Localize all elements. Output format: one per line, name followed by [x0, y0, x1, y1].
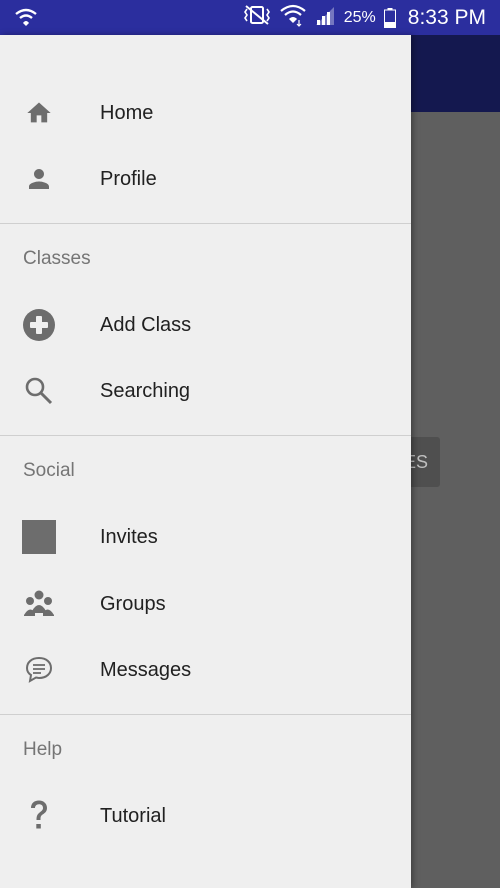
nav-item-label: Add Class: [100, 313, 192, 336]
status-time: 8:33 PM: [407, 5, 486, 29]
add-circle-icon: [22, 308, 56, 342]
vibrate-off-icon: [242, 4, 272, 31]
nav-item-label: Messages: [100, 658, 192, 681]
nav-item-label: Groups: [100, 592, 166, 615]
section-header-classes: Classes: [23, 248, 91, 269]
nav-item-messages[interactable]: Messages: [0, 637, 411, 703]
nav-item-label: Profile: [100, 167, 157, 190]
nav-item-add-class[interactable]: Add Class: [0, 292, 411, 358]
divider: [0, 223, 411, 224]
home-icon: [22, 96, 56, 130]
status-bar: 25% 8:33 PM: [0, 0, 500, 35]
signal-icon: [314, 5, 336, 30]
nav-item-label: Tutorial: [100, 804, 166, 827]
nav-item-label: Home: [100, 101, 154, 124]
wifi-icon: [280, 3, 306, 32]
battery-icon: [383, 7, 396, 28]
nav-item-profile[interactable]: Profile: [0, 146, 411, 212]
nav-item-groups[interactable]: Groups: [0, 571, 411, 637]
person-icon: [22, 162, 56, 196]
section-header-help: Help: [23, 739, 63, 760]
nav-item-label: Searching: [100, 379, 191, 402]
invites-placeholder-icon: [22, 520, 56, 554]
divider: [0, 435, 411, 436]
help-question-icon: [22, 799, 56, 833]
navigation-drawer: Home Profile Classes Add Class Searching…: [0, 35, 411, 888]
group-icon: [22, 587, 56, 621]
chat-bubble-icon: [22, 653, 56, 687]
wifi-calling-icon: [14, 6, 38, 33]
divider: [0, 714, 411, 715]
section-header-social: Social: [23, 460, 75, 481]
nav-item-invites[interactable]: Invites: [0, 504, 411, 570]
nav-item-label: Invites: [100, 525, 158, 548]
search-icon: [22, 374, 56, 408]
nav-item-home[interactable]: Home: [0, 80, 411, 146]
nav-item-tutorial[interactable]: Tutorial: [0, 783, 411, 849]
nav-item-searching[interactable]: Searching: [0, 358, 411, 424]
battery-percentage: 25%: [343, 8, 376, 26]
